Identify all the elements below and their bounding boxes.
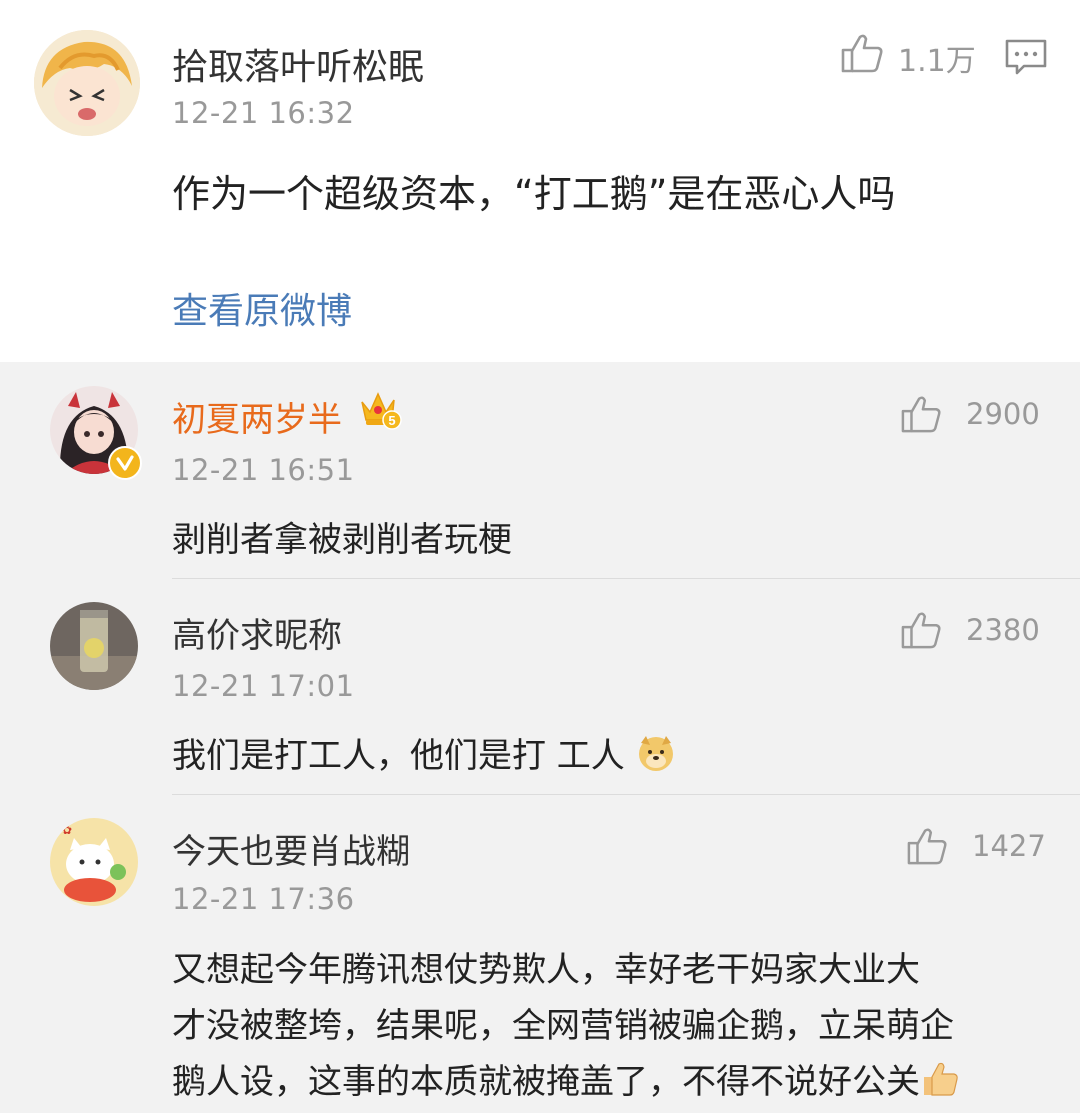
thumbs-up-icon[interactable] [900, 394, 942, 438]
thumbs-up-emoji-icon [920, 1059, 960, 1108]
anime-avatar-image [34, 30, 140, 136]
username[interactable]: 初夏两岁半 [172, 392, 342, 441]
reply-text: 我们是打工人，他们是打 工人 [172, 728, 676, 782]
reply-text-line: 才没被整垮，结果呢，全网营销被骗企鹅，立呆萌企 [172, 1006, 954, 1046]
vip-crown-badge[interactable]: 5 [358, 388, 402, 436]
reply-text-line: 又想起今年腾讯想仗势欺人，幸好老干妈家大业大 [172, 950, 920, 990]
reply-text-line-last: 鹅人设，这事的本质就被掩盖了，不得不说好公关 [172, 1054, 960, 1108]
avatar[interactable]: ✿ [50, 818, 138, 906]
like-count: 2380 [966, 613, 1040, 647]
thumbs-up-icon[interactable] [840, 32, 884, 78]
photo-avatar-image [50, 602, 138, 690]
vip-level-text: 5 [388, 413, 395, 428]
cartoon-cat-avatar-image: ✿ [50, 818, 138, 906]
timestamp: 12-21 16:51 [172, 453, 355, 487]
like-count: 1.1万 [898, 44, 976, 79]
avatar[interactable] [50, 602, 138, 690]
timestamp: 12-21 17:01 [172, 669, 355, 703]
timestamp: 12-21 16:32 [172, 96, 355, 130]
verified-badge-icon [108, 446, 142, 480]
reply-text-line: 鹅人设，这事的本质就被掩盖了，不得不说好公关 [172, 1062, 920, 1102]
doge-emoji-icon [636, 733, 676, 782]
like-count: 2900 [966, 397, 1040, 431]
thumbs-up-icon[interactable] [900, 610, 942, 654]
timestamp: 12-21 17:36 [172, 882, 355, 916]
view-original-link[interactable]: 查看原微博 [172, 282, 352, 334]
thumbs-up-icon[interactable] [906, 826, 948, 870]
comment-icon[interactable] [1004, 38, 1048, 80]
divider [172, 578, 1080, 579]
svg-text:✿: ✿ [62, 823, 72, 837]
reply-text: 剥削者拿被剥削者玩梗 [172, 520, 512, 560]
reply-text-content: 我们是打工人，他们是打 工人 [172, 736, 625, 776]
avatar[interactable] [34, 30, 140, 136]
post-text: 作为一个超级资本，“打工鹅”是在恶心人吗 [172, 172, 896, 216]
main-post-card: 拾取落叶听松眠 12-21 16:32 1.1万 作为一个超级资本，“打工鹅”是… [0, 0, 1080, 362]
reply-list: 初夏两岁半 5 2900 12-21 16:51 剥削者拿被剥削者玩梗 高价求昵… [0, 362, 1080, 1113]
divider [172, 794, 1080, 795]
like-count: 1427 [972, 829, 1046, 863]
username[interactable]: 拾取落叶听松眠 [172, 38, 424, 90]
username[interactable]: 高价求昵称 [172, 608, 342, 657]
username[interactable]: 今天也要肖战糊 [172, 824, 410, 873]
